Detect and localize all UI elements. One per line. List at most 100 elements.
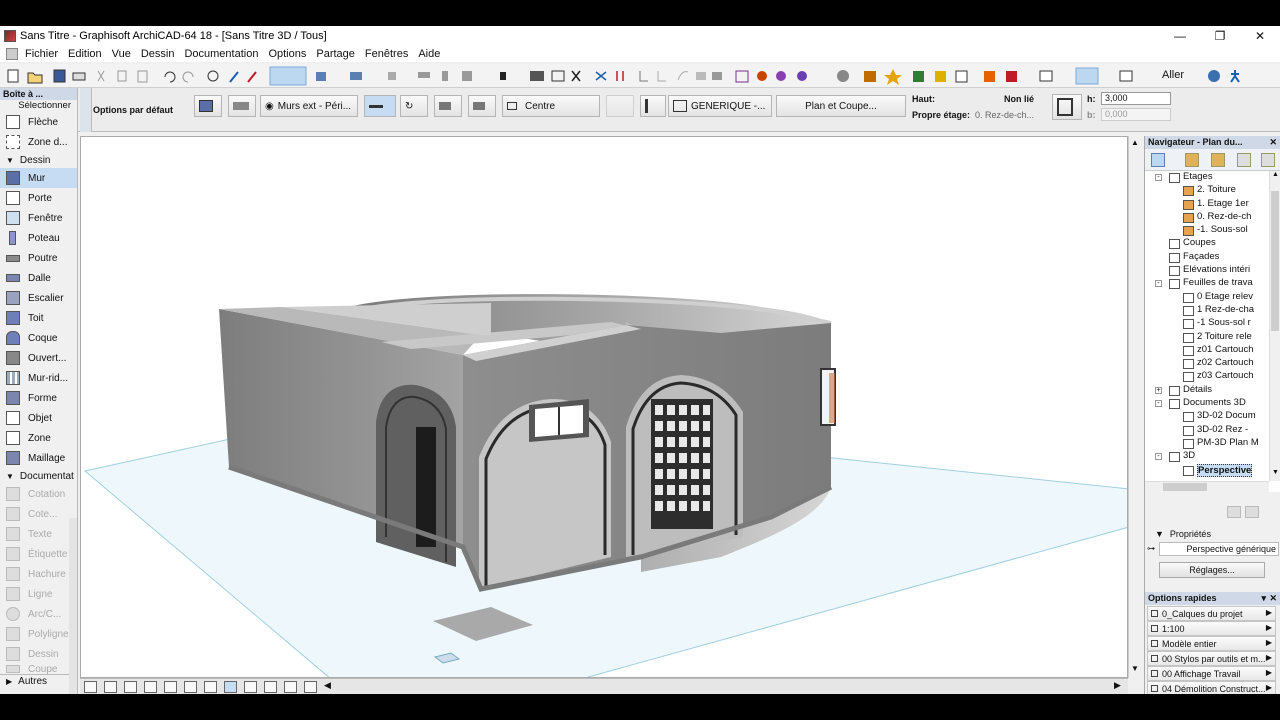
3d-model-render[interactable] [81,137,1128,678]
haut-value[interactable]: Non lié [1004,94,1034,104]
project-map-tab-icon[interactable] [1151,153,1165,167]
toolbar-icons[interactable] [0,64,1150,88]
view-name-field[interactable]: Perspective générique [1159,542,1279,556]
navigator-tree-item[interactable]: -1 Sous-sol r [1145,317,1269,330]
tree-expander-icon[interactable]: - [1155,174,1162,181]
navigate-icon[interactable] [264,681,277,693]
wall-tool-settings-button[interactable] [194,95,222,117]
tool-dalle[interactable]: Dalle [0,268,77,288]
default-options-label[interactable]: Options par défaut [93,105,173,115]
reference-line-selector[interactable]: Centre [502,95,600,117]
tool-ligne[interactable]: Ligne [0,584,77,604]
magnify-icon[interactable] [164,681,177,693]
navigator-tree-item[interactable]: 1 Rez-de-cha [1145,304,1269,317]
navigator-tree-item[interactable]: - Documents 3D [1145,397,1269,410]
pan-hand-icon[interactable] [204,681,217,693]
navigator-tree-item[interactable]: 0 Etage relev [1145,291,1269,304]
geometry-method-button[interactable] [228,95,256,117]
quick-option-display[interactable]: 00 Affichage Travail ▶ [1147,666,1276,681]
tool-zone[interactable]: Zone [0,428,77,448]
navigator-tree-item[interactable]: 0. Rez-de-ch [1145,211,1269,224]
quick-option-layers[interactable]: 0_Calques du projet ▶ [1147,606,1276,621]
zoom-dynamic-icon[interactable] [284,681,297,693]
navigator-tree-item[interactable]: - Etages [1145,171,1269,184]
group-autres[interactable]: ▶ Autres [0,674,77,688]
tool-escalier[interactable]: Escalier [0,288,77,308]
view-map-tab-icon[interactable] [1185,153,1199,167]
scroll-down-icon[interactable]: ▼ [1272,469,1279,476]
height-input[interactable]: 3,000 [1101,92,1171,105]
toolbox-scrollbar[interactable] [69,518,77,698]
reduce-icon[interactable] [184,681,197,693]
tool-hachure[interactable]: Hachure [0,564,77,584]
wall-type-selector[interactable]: ◉ Murs ext - Péri... [260,95,358,117]
menu-edition[interactable]: Edition [63,48,107,60]
tool-cote[interactable]: Cote... [0,504,77,524]
navigator-tree-item[interactable]: 2 Toiture rele [1145,331,1269,344]
navigator-tree-item[interactable]: PM-3D Plan M [1145,437,1269,450]
menu-aide[interactable]: Aide [413,48,445,60]
tool-fenetre[interactable]: Fenêtre [0,208,77,228]
collapse-icon[interactable]: ▾ [1261,592,1266,605]
layout-book-tab-icon[interactable] [1211,153,1225,167]
navigator-tree-item[interactable]: + Détails [1145,384,1269,397]
tree-expander-icon[interactable]: - [1155,453,1162,461]
navigator-tree-item[interactable]: Façades [1145,251,1269,264]
tool-poutre[interactable]: Poutre [0,248,77,268]
organizer-tab-icon[interactable] [1261,153,1275,167]
straight-wall-button[interactable] [364,95,396,117]
zoom-scale-icon[interactable] [304,681,317,693]
quick-options-close-icon[interactable]: ✕ [1269,592,1277,605]
plan-section-button[interactable]: Plan et Coupe... [776,95,906,117]
tool-objet[interactable]: Objet [0,408,77,428]
orbit-icon[interactable] [224,681,237,693]
menu-options[interactable]: Options [263,48,311,60]
navigator-tree-item[interactable]: Elévations intéri [1145,264,1269,277]
wall-structure-button[interactable] [640,95,666,117]
reglages-button[interactable]: Réglages... [1159,562,1265,578]
navigator-tree-item[interactable]: - 3D [1145,450,1269,463]
minimize-button[interactable]: — [1160,26,1200,46]
scroll-up-icon[interactable]: ▲ [1131,138,1139,147]
explore-icon[interactable] [244,681,257,693]
navigator-tree-item[interactable]: Coupes [1145,237,1269,250]
aller-dropdown[interactable]: Aller [1162,69,1184,81]
navigator-tree-item[interactable]: 1. Etage 1er [1145,198,1269,211]
info-box-grip[interactable] [80,88,92,132]
3d-viewport[interactable] [80,136,1128,678]
scroll-down-icon[interactable]: ▼ [1131,664,1139,673]
ref-line-offset-button[interactable] [606,95,634,117]
tool-coupe[interactable]: Coupe [0,664,77,674]
tool-cotation[interactable]: Cotation [0,484,77,504]
document-icon[interactable] [6,48,18,60]
menu-dessin[interactable]: Dessin [136,48,180,60]
zoom-in-icon[interactable] [84,681,97,693]
tree-expander-icon[interactable]: + [1155,386,1162,394]
scroll-up-icon[interactable]: ▲ [1272,171,1279,178]
tool-porte[interactable]: Porte [0,188,77,208]
navigator-tree-item[interactable]: 3D-02 Docum [1145,410,1269,423]
menu-documentation[interactable]: Documentation [179,48,263,60]
navigator-tree-item[interactable]: - Feuilles de trava [1145,277,1269,290]
quick-option-model[interactable]: Modèle entier ▶ [1147,636,1276,651]
group-dessin[interactable]: ▼ Dessin [0,152,77,168]
scroll-thumb[interactable] [1163,483,1207,491]
properties-icon-b[interactable] [1245,506,1259,518]
toolbar-right-icons[interactable] [1200,64,1260,88]
curved-wall-button[interactable]: ↻ [400,95,428,117]
menu-fichier[interactable]: Fichier [20,48,63,60]
tool-mur-rideau[interactable]: Mur-rid... [0,368,77,388]
propre-etage-value[interactable]: 0. Rez-de-ch... [975,110,1034,120]
close-window-button[interactable]: ✕ [1240,26,1280,46]
wall-height-button[interactable] [1052,94,1082,120]
navigator-close-icon[interactable]: ✕ [1269,136,1277,149]
navigator-tree-item[interactable]: z02 Cartouch [1145,357,1269,370]
tool-arrow[interactable]: Flèche [0,112,77,132]
navigator-vscrollbar[interactable]: ▲ ▼ [1269,171,1280,481]
tool-dessin[interactable]: Dessin [0,644,77,664]
tool-etiquette[interactable]: Étiquette [0,544,77,564]
tool-maillage[interactable]: Maillage [0,448,77,468]
navigator-tree-item[interactable]: z03 Cartouch [1145,370,1269,383]
properties-icon-a[interactable] [1227,506,1241,518]
tool-polyligne[interactable]: Polyligne [0,624,77,644]
